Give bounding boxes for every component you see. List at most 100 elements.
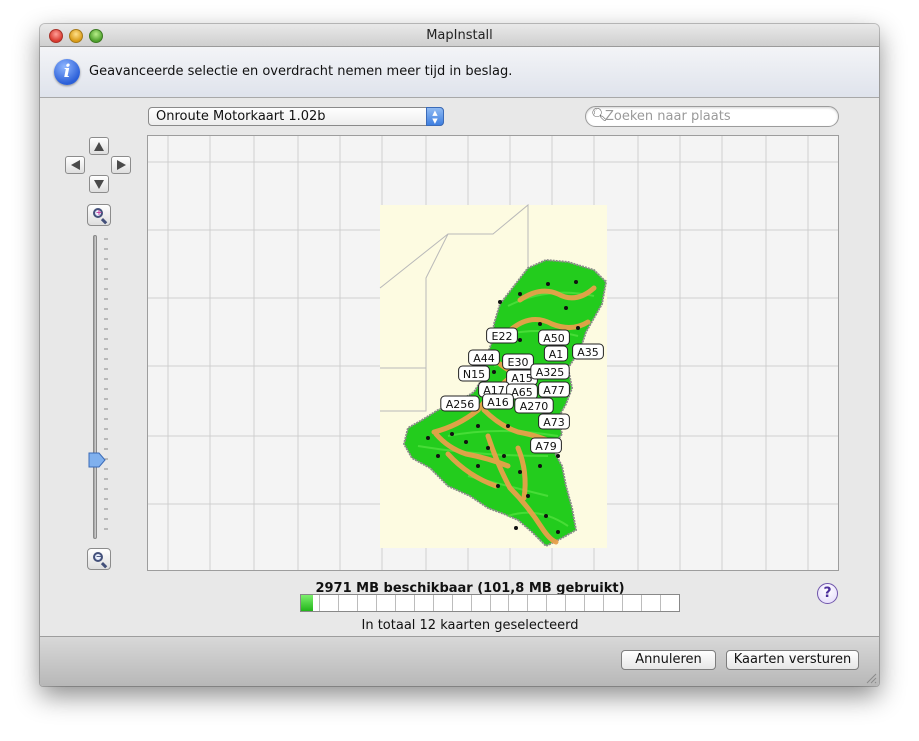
storage-used-fill — [301, 595, 314, 611]
city-dot — [514, 526, 518, 530]
road-label-a270[interactable]: A270 — [514, 397, 554, 414]
storage-segment — [491, 595, 510, 611]
svg-text:A15: A15 — [511, 372, 533, 385]
city-dot — [538, 464, 542, 468]
storage-segment — [339, 595, 358, 611]
road-label-a50[interactable]: A50 — [538, 329, 570, 346]
storage-segment — [585, 595, 605, 611]
place-search-field[interactable]: 🔍︎ — [585, 106, 839, 127]
svg-text:E22: E22 — [492, 330, 513, 343]
road-label-a256[interactable]: A256 — [440, 395, 480, 412]
road-label-a325[interactable]: A325 — [530, 363, 570, 380]
road-label-e22[interactable]: E22 — [486, 327, 518, 344]
zoom-slider-ticks — [104, 238, 108, 530]
storage-segment — [661, 595, 679, 611]
storage-segment — [396, 595, 415, 611]
resize-grip-icon[interactable] — [865, 672, 877, 684]
window-title: MapInstall — [426, 28, 493, 43]
city-dot — [496, 484, 500, 488]
city-dot — [506, 424, 510, 428]
arrow-left-icon — [70, 160, 80, 170]
city-dot — [518, 470, 522, 474]
svg-text:A1: A1 — [549, 348, 564, 361]
zoom-slider-thumb[interactable] — [88, 452, 106, 468]
storage-segment — [358, 595, 377, 611]
storage-segment — [377, 595, 396, 611]
road-label-a44[interactable]: A44 — [468, 349, 500, 366]
send-maps-button[interactable]: Kaarten versturen — [726, 650, 859, 670]
city-dot — [476, 464, 480, 468]
svg-text:A77: A77 — [543, 384, 565, 397]
svg-text:E30: E30 — [508, 356, 529, 369]
city-dot — [502, 454, 506, 458]
storage-segment — [528, 595, 548, 611]
selection-total: In totaal 12 kaarten geselecteerd — [361, 618, 579, 633]
zoom-in-plus-mark: + — [95, 208, 103, 217]
city-dot — [436, 454, 440, 458]
pan-left-button[interactable] — [65, 156, 85, 174]
svg-text:A256: A256 — [446, 398, 475, 411]
city-dot — [476, 424, 480, 428]
city-dot — [498, 300, 502, 304]
help-button[interactable]: ? — [817, 583, 838, 604]
pan-down-button[interactable] — [89, 175, 109, 193]
city-dot — [546, 282, 550, 286]
road-label-a73[interactable]: A73 — [538, 413, 570, 430]
road-label-n15[interactable]: N15 — [458, 365, 490, 382]
road-label-a1[interactable]: A1 — [543, 345, 569, 362]
city-dot — [464, 440, 468, 444]
title-bar: MapInstall — [40, 24, 879, 47]
road-label-a77[interactable]: A77 — [538, 381, 570, 398]
svg-text:A50: A50 — [543, 332, 565, 345]
svg-text:A35: A35 — [577, 346, 599, 359]
select-arrows-icon: ▲ ▼ — [426, 107, 444, 126]
pan-right-button[interactable] — [111, 156, 131, 174]
info-icon: i — [54, 59, 80, 85]
svg-text:A325: A325 — [536, 366, 565, 379]
storage-segment — [509, 595, 529, 611]
zoom-out-minus-mark: − — [95, 552, 103, 561]
map-product-selected-label: Onroute Motorkaart 1.02b — [156, 109, 326, 124]
cancel-button[interactable]: Annuleren — [621, 650, 716, 670]
info-banner: i Geavanceerde selectie en overdracht ne… — [40, 47, 879, 98]
storage-segment — [320, 595, 339, 611]
city-dot — [574, 280, 578, 284]
road-label-e30[interactable]: E30 — [502, 353, 534, 370]
city-dot — [538, 322, 542, 326]
info-message: Geavanceerde selectie en overdracht neme… — [89, 64, 513, 79]
map-view[interactable]: E22 A50 A44 E30 A1 A35 N15 A15 A325 A17 A65 A77 A256… — [147, 135, 839, 571]
zoom-out-button[interactable]: − — [87, 548, 111, 570]
svg-text:A79: A79 — [535, 440, 557, 453]
city-dot — [518, 292, 522, 296]
road-label-a16[interactable]: A16 — [482, 393, 514, 410]
storage-segment — [434, 595, 453, 611]
svg-text:A44: A44 — [473, 352, 495, 365]
svg-text:A16: A16 — [487, 396, 509, 409]
zoom-in-button[interactable]: + — [87, 204, 111, 226]
city-dot — [564, 306, 568, 310]
city-dot — [486, 446, 490, 450]
map-canvas[interactable]: E22 A50A44 E30A1 A35N15 A15 A325A17 A65 A77A256… — [148, 136, 838, 570]
place-search-input[interactable] — [605, 108, 830, 125]
storage-segment — [642, 595, 662, 611]
svg-text:A73: A73 — [543, 416, 565, 429]
map-product-select[interactable]: Onroute Motorkaart 1.02b ▲ ▼ — [148, 107, 444, 126]
road-label-a35[interactable]: A35 — [572, 343, 604, 360]
storage-segment — [472, 595, 491, 611]
city-dot — [556, 454, 560, 458]
zoom-slider-track[interactable] — [93, 235, 97, 539]
city-dot — [576, 326, 580, 330]
pan-up-button[interactable] — [89, 137, 109, 155]
storage-segment — [566, 595, 586, 611]
city-dot — [450, 432, 454, 436]
city-dot — [492, 370, 496, 374]
city-dot — [526, 494, 530, 498]
mapinstall-window: MapInstall i Geavanceerde selectie en ov… — [40, 24, 879, 686]
city-dot — [544, 514, 548, 518]
arrow-right-icon — [116, 160, 126, 170]
storage-segment — [623, 595, 643, 611]
storage-segment — [453, 595, 472, 611]
arrow-down-icon — [94, 179, 104, 189]
svg-text:A65: A65 — [511, 386, 533, 399]
road-label-a79[interactable]: A79 — [530, 437, 562, 454]
